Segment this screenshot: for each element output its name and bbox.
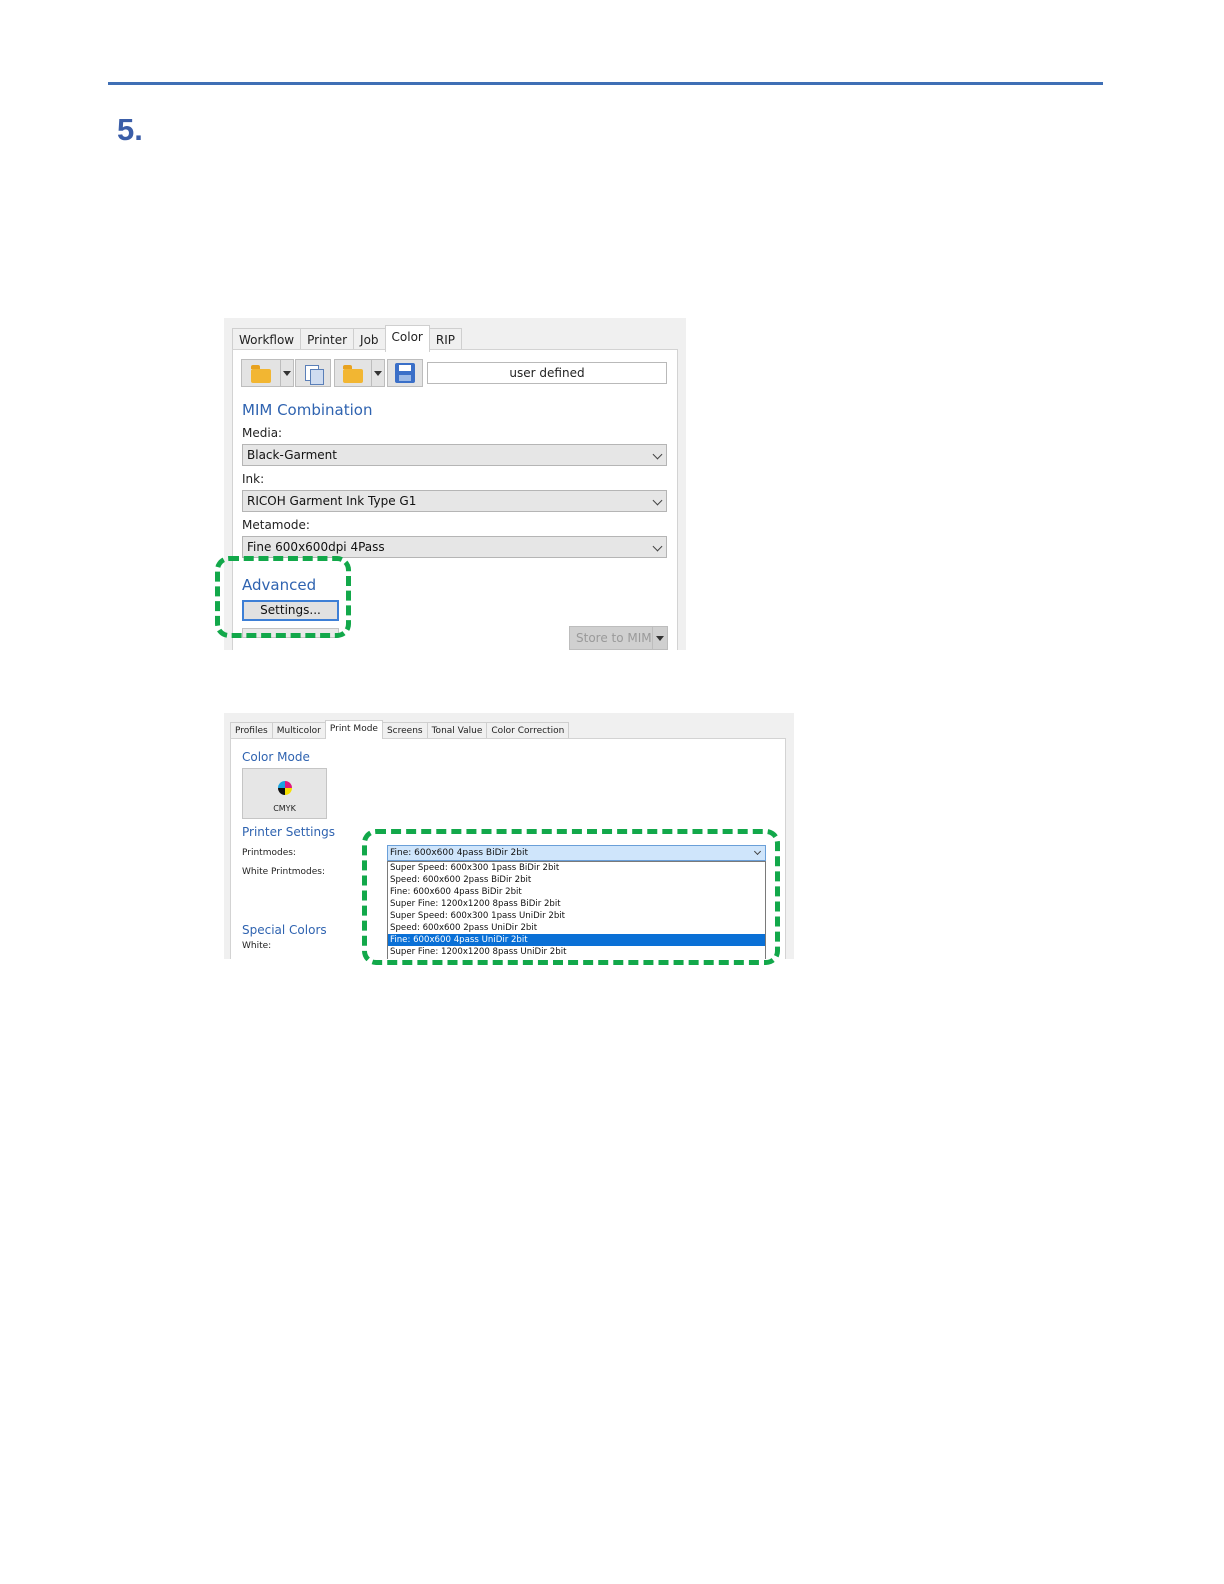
ink-value: RICOH Garment Ink Type G1: [247, 494, 417, 508]
tab-tonal-value[interactable]: Tonal Value: [426, 722, 488, 739]
metamode-label: Metamode:: [242, 518, 310, 532]
tab-workflow[interactable]: Workflow: [232, 328, 302, 351]
header-rule: [108, 82, 1103, 85]
tab-color-correction[interactable]: Color Correction: [486, 722, 570, 739]
store-dropdown-button[interactable]: [652, 626, 668, 650]
preset-name-field[interactable]: user defined: [427, 362, 667, 384]
chevron-down-icon: [652, 541, 663, 552]
cmyk-button[interactable]: CMYK: [242, 768, 327, 819]
store-to-mim-button[interactable]: Store to MIM: [569, 626, 653, 650]
save-disk-icon: [395, 363, 415, 383]
open-button[interactable]: [241, 359, 281, 387]
dropdown-icon: [283, 371, 291, 376]
load-dropdown-button[interactable]: [371, 359, 385, 387]
highlight-advanced-settings: [215, 556, 351, 638]
tab-printer[interactable]: Printer: [300, 328, 355, 351]
dropdown-icon: [656, 636, 664, 641]
ink-label: Ink:: [242, 472, 265, 486]
open-dropdown-button[interactable]: [280, 359, 294, 387]
tab-color[interactable]: Color: [384, 325, 430, 352]
step-number: 5.: [117, 112, 143, 147]
tab-multicolor[interactable]: Multicolor: [271, 722, 326, 739]
dropdown-icon: [374, 371, 382, 376]
metamode-value: Fine 600x600dpi 4Pass: [247, 540, 385, 554]
tab-profiles[interactable]: Profiles: [230, 722, 273, 739]
mim-combination-title: MIM Combination: [242, 401, 373, 419]
ink-select[interactable]: RICOH Garment Ink Type G1: [242, 490, 667, 512]
media-label: Media:: [242, 426, 283, 440]
open-folder-icon: [343, 365, 363, 383]
tab-rip[interactable]: RIP: [428, 328, 462, 351]
cmyk-icon: [278, 781, 292, 795]
metamode-select[interactable]: Fine 600x600dpi 4Pass: [242, 536, 667, 558]
highlight-printmodes-dropdown: [362, 829, 780, 965]
settings-tab-bar: Profiles Multicolor Print Mode Screens T…: [230, 720, 570, 739]
copy-button[interactable]: [295, 359, 331, 387]
media-select[interactable]: Black-Garment: [242, 444, 667, 466]
white-printmodes-label: White Printmodes:: [242, 867, 325, 877]
special-colors-title: Special Colors: [242, 923, 327, 937]
printmodes-label: Printmodes:: [242, 848, 296, 858]
main-tab-bar: Workflow Printer Job Color RIP: [232, 325, 462, 352]
open-folder-icon: [251, 365, 271, 383]
white-label: White:: [242, 941, 272, 951]
media-value: Black-Garment: [247, 448, 337, 462]
color-mode-title: Color Mode: [242, 750, 310, 764]
tab-screens[interactable]: Screens: [381, 722, 428, 739]
chevron-down-icon: [652, 449, 663, 460]
save-button[interactable]: [387, 359, 423, 387]
load-button[interactable]: [334, 359, 372, 387]
tab-job[interactable]: Job: [353, 328, 386, 351]
printer-settings-title: Printer Settings: [242, 825, 335, 839]
chevron-down-icon: [652, 495, 663, 506]
tab-print-mode[interactable]: Print Mode: [324, 720, 383, 739]
cmyk-label: CMYK: [273, 804, 296, 813]
